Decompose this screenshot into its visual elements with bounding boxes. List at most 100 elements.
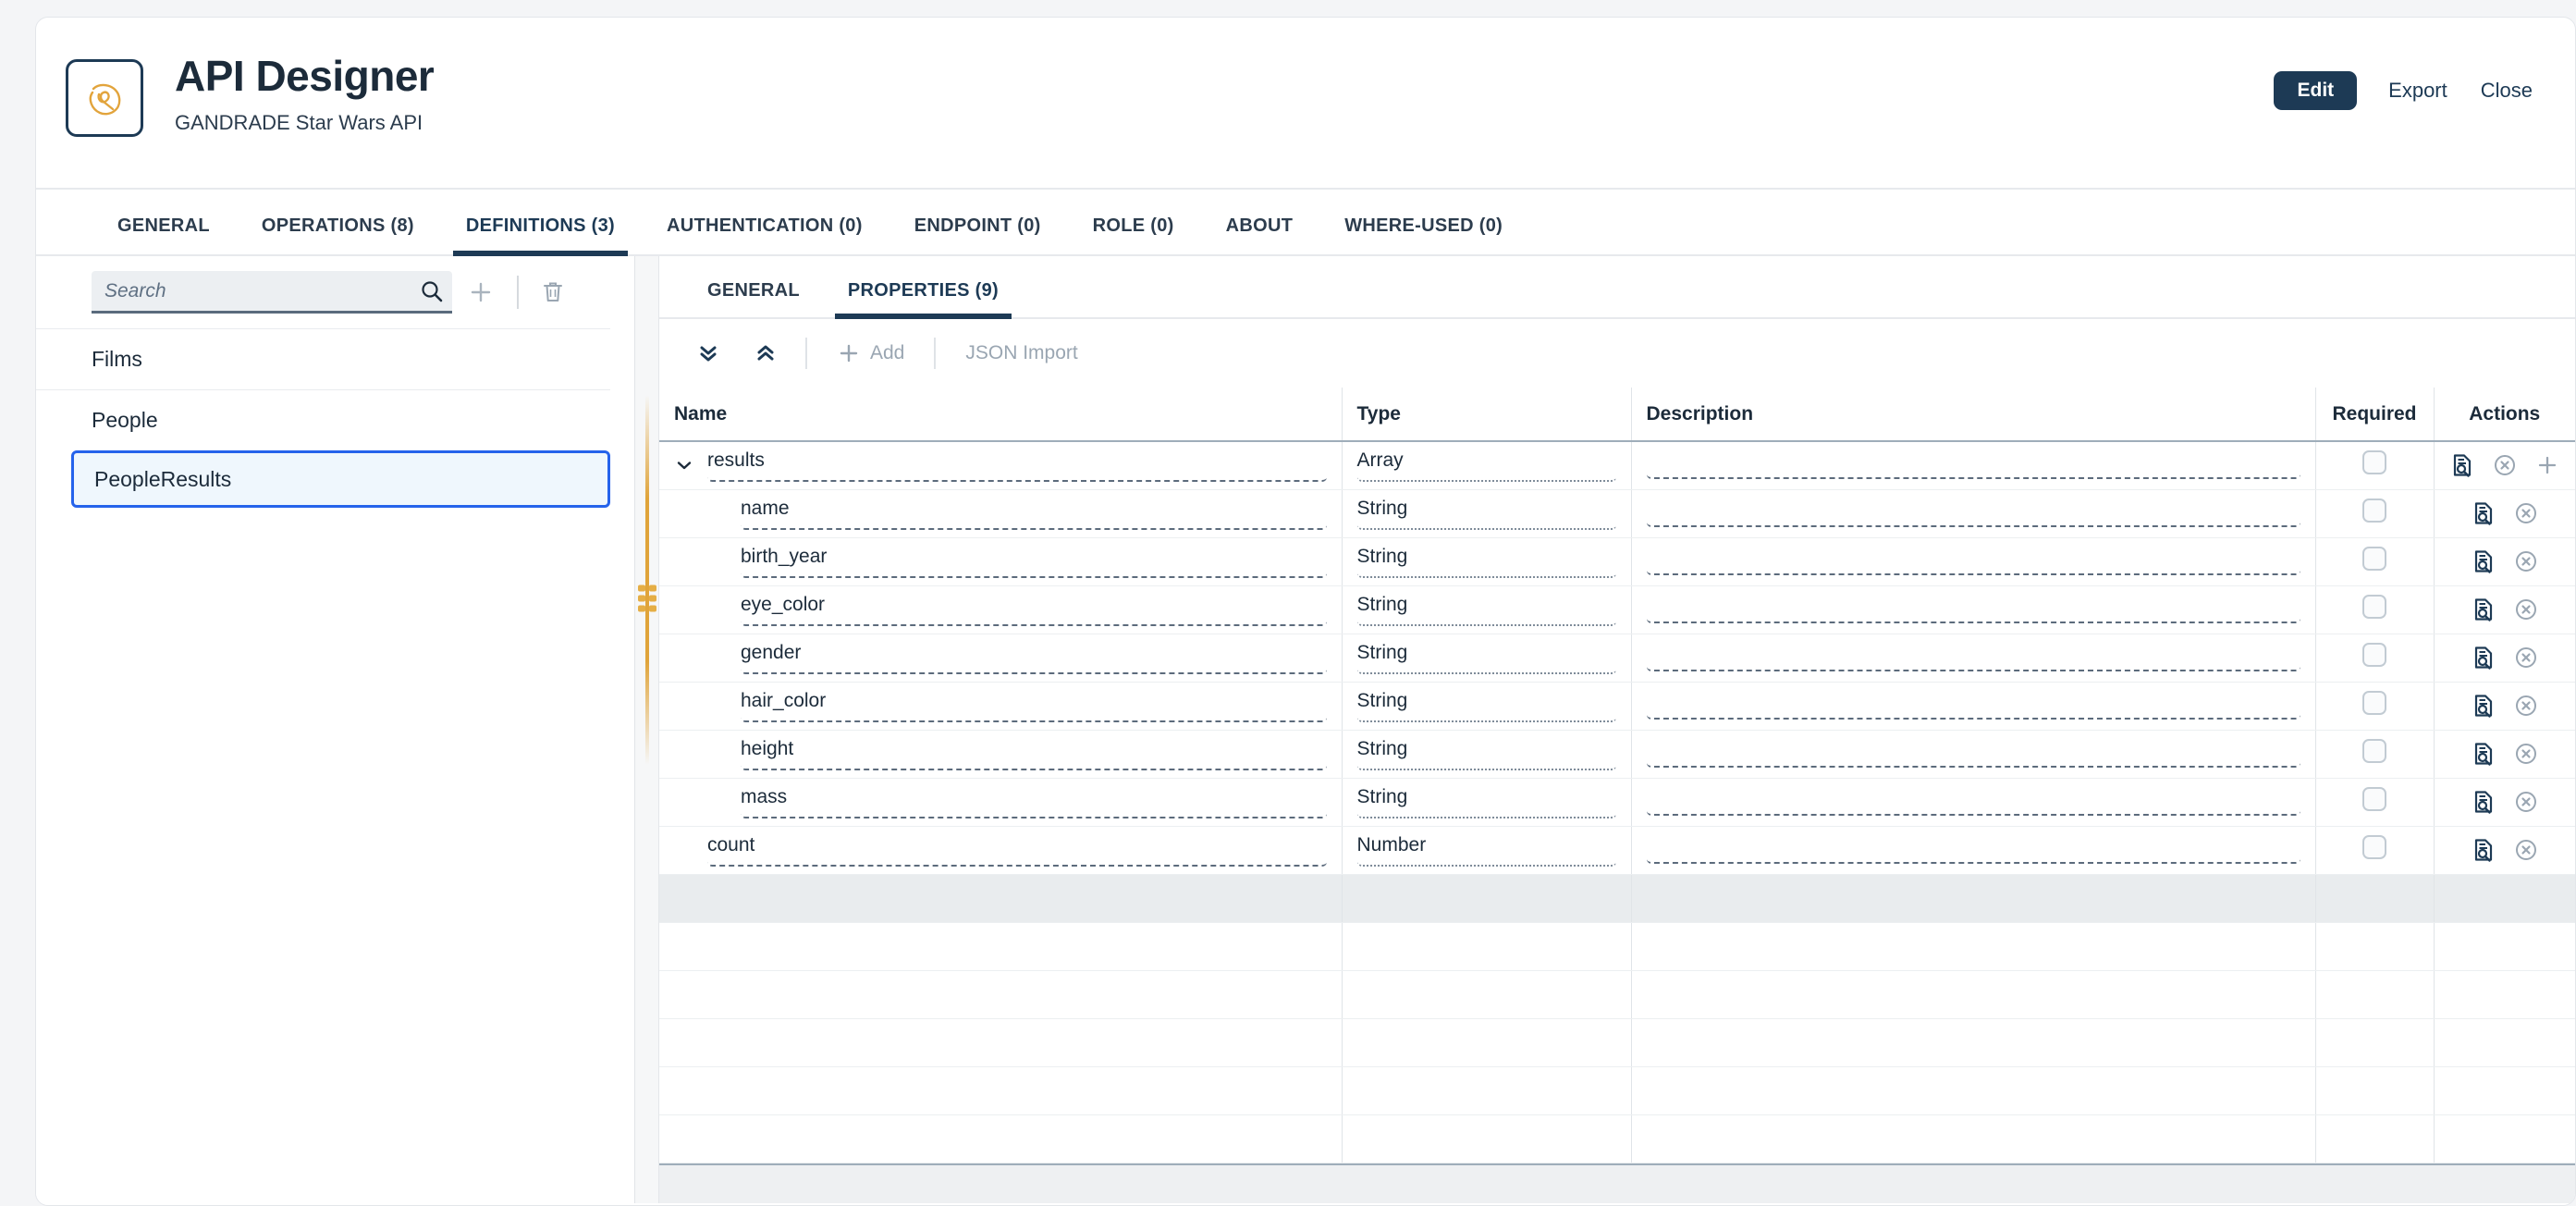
- property-name-input[interactable]: height: [741, 738, 1327, 770]
- close-button[interactable]: Close: [2479, 75, 2534, 106]
- document-search-icon: [2471, 645, 2496, 671]
- property-name-input[interactable]: eye_color: [741, 594, 1327, 626]
- edit-button[interactable]: Edit: [2274, 71, 2357, 110]
- main-tab-general[interactable]: GENERAL: [92, 215, 236, 254]
- remove-property-button[interactable]: [2513, 597, 2539, 622]
- main-tab-role-0[interactable]: ROLE (0): [1067, 215, 1200, 254]
- property-description-input[interactable]: [1647, 740, 2300, 768]
- table-row[interactable]: mass String: [659, 778, 2575, 826]
- property-name-input[interactable]: gender: [741, 642, 1327, 674]
- table-empty-row[interactable]: [659, 1114, 2575, 1163]
- table-row[interactable]: count Number: [659, 826, 2575, 874]
- property-type-select[interactable]: Number: [1357, 834, 1616, 867]
- definition-item-films[interactable]: Films: [36, 328, 610, 389]
- inspect-property-button[interactable]: [2471, 597, 2496, 622]
- main-tab-operations-8[interactable]: OPERATIONS (8): [236, 215, 440, 254]
- inspect-property-button[interactable]: [2471, 789, 2496, 815]
- required-checkbox[interactable]: [2362, 643, 2386, 667]
- remove-property-button[interactable]: [2513, 837, 2539, 863]
- required-checkbox[interactable]: [2362, 595, 2386, 619]
- table-row[interactable]: birth_year String: [659, 537, 2575, 585]
- property-name-input[interactable]: results: [707, 449, 1327, 482]
- inspect-property-button[interactable]: [2471, 741, 2496, 767]
- table-row[interactable]: hair_color String: [659, 682, 2575, 730]
- property-description-input[interactable]: [1647, 499, 2300, 527]
- required-checkbox[interactable]: [2362, 547, 2386, 571]
- property-type-select[interactable]: String: [1357, 498, 1616, 530]
- sub-tab-general[interactable]: GENERAL: [683, 280, 824, 317]
- remove-property-button[interactable]: [2492, 452, 2518, 478]
- add-definition-button[interactable]: [452, 278, 509, 306]
- table-row[interactable]: name String: [659, 489, 2575, 537]
- property-description-input[interactable]: [1647, 692, 2300, 720]
- definition-item-peopleresults[interactable]: PeopleResults: [71, 450, 610, 508]
- add-property-button[interactable]: Add: [818, 341, 923, 365]
- property-type-select[interactable]: String: [1357, 786, 1616, 818]
- main-tab-authentication-0[interactable]: AUTHENTICATION (0): [641, 215, 889, 254]
- property-type-select[interactable]: String: [1357, 546, 1616, 578]
- property-type-cell: String: [1342, 778, 1631, 826]
- table-empty-row[interactable]: [659, 922, 2575, 970]
- inspect-property-button[interactable]: [2471, 693, 2496, 719]
- collapse-all-button[interactable]: [737, 341, 794, 365]
- property-description-input[interactable]: [1647, 548, 2300, 575]
- expand-all-button[interactable]: [680, 341, 737, 365]
- property-name-input[interactable]: mass: [741, 786, 1327, 818]
- inspect-property-button[interactable]: [2449, 452, 2475, 478]
- property-type-select[interactable]: String: [1357, 738, 1616, 770]
- json-import-button[interactable]: JSON Import: [947, 342, 1096, 364]
- inspect-property-button[interactable]: [2471, 500, 2496, 526]
- property-description-input[interactable]: [1647, 644, 2300, 671]
- remove-property-button[interactable]: [2513, 645, 2539, 671]
- table-row[interactable]: gender String: [659, 634, 2575, 682]
- search-icon[interactable]: [419, 278, 445, 304]
- remove-property-button[interactable]: [2513, 500, 2539, 526]
- empty-cell: [2434, 922, 2575, 970]
- property-description-input[interactable]: [1647, 451, 2300, 479]
- definition-item-people[interactable]: People: [36, 389, 610, 450]
- table-row[interactable]: eye_color String: [659, 585, 2575, 634]
- table-row[interactable]: results Array: [659, 441, 2575, 489]
- property-type-select[interactable]: String: [1357, 594, 1616, 626]
- table-empty-row[interactable]: [659, 1018, 2575, 1066]
- table-empty-row[interactable]: [659, 970, 2575, 1018]
- property-name-input[interactable]: count: [707, 834, 1327, 867]
- required-checkbox[interactable]: [2362, 691, 2386, 715]
- sub-tab-properties-9[interactable]: PROPERTIES (9): [824, 280, 1023, 317]
- property-name-input[interactable]: hair_color: [741, 690, 1327, 722]
- inspect-property-button[interactable]: [2471, 645, 2496, 671]
- required-checkbox[interactable]: [2362, 739, 2386, 763]
- remove-property-button[interactable]: [2513, 741, 2539, 767]
- required-checkbox[interactable]: [2362, 498, 2386, 523]
- property-type-select[interactable]: String: [1357, 642, 1616, 674]
- main-tab-definitions-3[interactable]: DEFINITIONS (3): [440, 215, 641, 254]
- required-checkbox[interactable]: [2362, 835, 2386, 859]
- remove-property-button[interactable]: [2513, 789, 2539, 815]
- splitter-grip-icon[interactable]: [638, 585, 656, 612]
- property-name-input[interactable]: name: [741, 498, 1327, 530]
- main-tab-about[interactable]: ABOUT: [1200, 215, 1319, 254]
- delete-definition-button[interactable]: [526, 279, 580, 305]
- inspect-property-button[interactable]: [2471, 837, 2496, 863]
- row-expand-toggle[interactable]: [674, 456, 694, 474]
- body-split: FilmsPeoplePeopleResults GENERALPROPERTI…: [36, 256, 2575, 1203]
- required-checkbox[interactable]: [2362, 787, 2386, 811]
- required-checkbox[interactable]: [2362, 450, 2386, 474]
- add-child-property-button[interactable]: [2534, 452, 2560, 478]
- property-description-input[interactable]: [1647, 596, 2300, 623]
- property-description-input[interactable]: [1647, 788, 2300, 816]
- inspect-property-button[interactable]: [2471, 548, 2496, 574]
- remove-property-button[interactable]: [2513, 693, 2539, 719]
- table-empty-row[interactable]: [659, 1066, 2575, 1114]
- table-row[interactable]: height String: [659, 730, 2575, 778]
- main-tab-where-used-0[interactable]: WHERE-USED (0): [1319, 215, 1528, 254]
- export-button[interactable]: Export: [2386, 75, 2449, 106]
- property-type-select[interactable]: String: [1357, 690, 1616, 722]
- property-name-input[interactable]: birth_year: [741, 546, 1327, 578]
- remove-property-button[interactable]: [2513, 548, 2539, 574]
- pane-splitter[interactable]: [635, 256, 659, 1203]
- search-input[interactable]: [92, 271, 452, 314]
- main-tab-endpoint-0[interactable]: ENDPOINT (0): [889, 215, 1067, 254]
- property-type-select[interactable]: Array: [1357, 449, 1616, 482]
- property-description-input[interactable]: [1647, 836, 2300, 864]
